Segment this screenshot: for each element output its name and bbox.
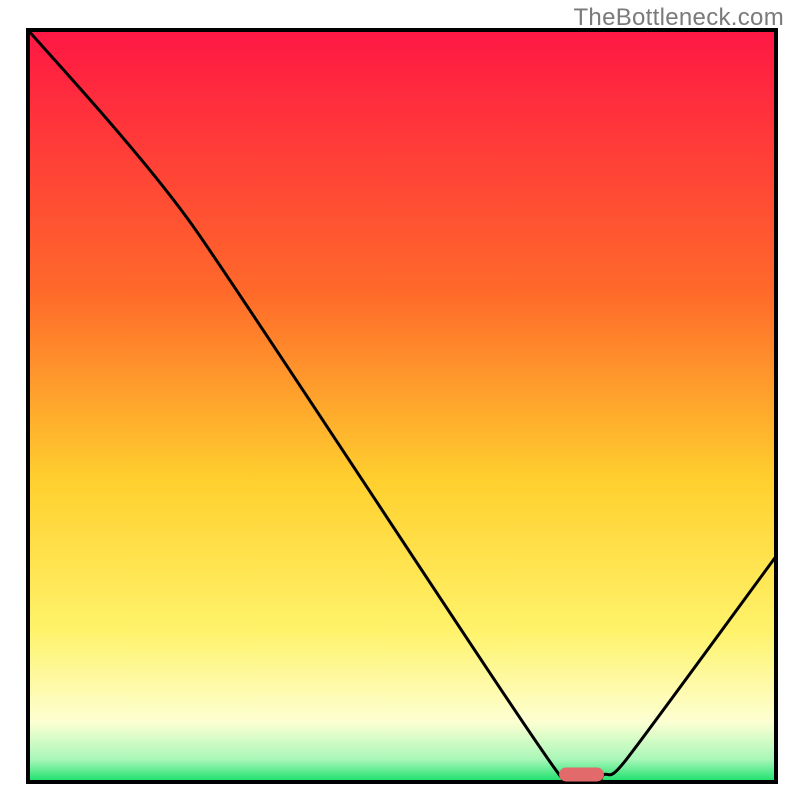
plot-background xyxy=(28,30,776,782)
watermark-text: TheBottleneck.com xyxy=(573,4,784,32)
optimum-marker xyxy=(559,767,604,781)
chart-container: TheBottleneck.com xyxy=(0,0,800,800)
bottleneck-curve-chart xyxy=(0,0,800,800)
